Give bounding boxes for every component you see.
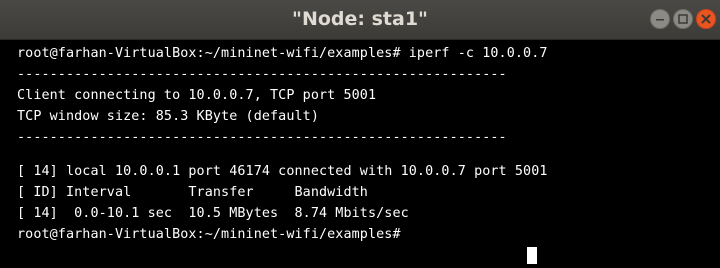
close-button[interactable] [696,9,716,29]
text-cursor [527,247,537,264]
terminal-line: [ ID] Interval Transfer Bandwidth [17,185,368,200]
terminal-line: [ 14] 0.0-10.1 sec 10.5 MBytes 8.74 Mbit… [17,206,409,221]
window-title: "Node: sta1" [292,8,428,30]
terminal-output[interactable]: root@farhan-VirtualBox:~/mininet-wifi/ex… [0,40,720,268]
terminal-line: ----------------------------------------… [17,130,507,145]
terminal-window: "Node: sta1" root@farhan-VirtualBox:~/mi… [0,0,720,268]
terminal-line: ----------------------------------------… [17,67,507,82]
terminal-line: root@farhan-VirtualBox:~/mininet-wifi/ex… [17,46,548,61]
terminal-line: TCP window size: 85.3 KByte (default) [17,109,319,124]
maximize-icon [678,14,688,24]
close-icon [701,14,711,24]
terminal-line: [ 14] local 10.0.0.1 port 46174 connecte… [17,164,548,179]
maximize-button[interactable] [673,9,693,29]
terminal-line: root@farhan-VirtualBox:~/mininet-wifi/ex… [17,227,409,242]
minimize-icon [656,19,664,21]
title-bar[interactable]: "Node: sta1" [0,0,720,40]
terminal-line: Client connecting to 10.0.0.7, TCP port … [17,88,377,103]
minimize-button[interactable] [650,9,670,29]
